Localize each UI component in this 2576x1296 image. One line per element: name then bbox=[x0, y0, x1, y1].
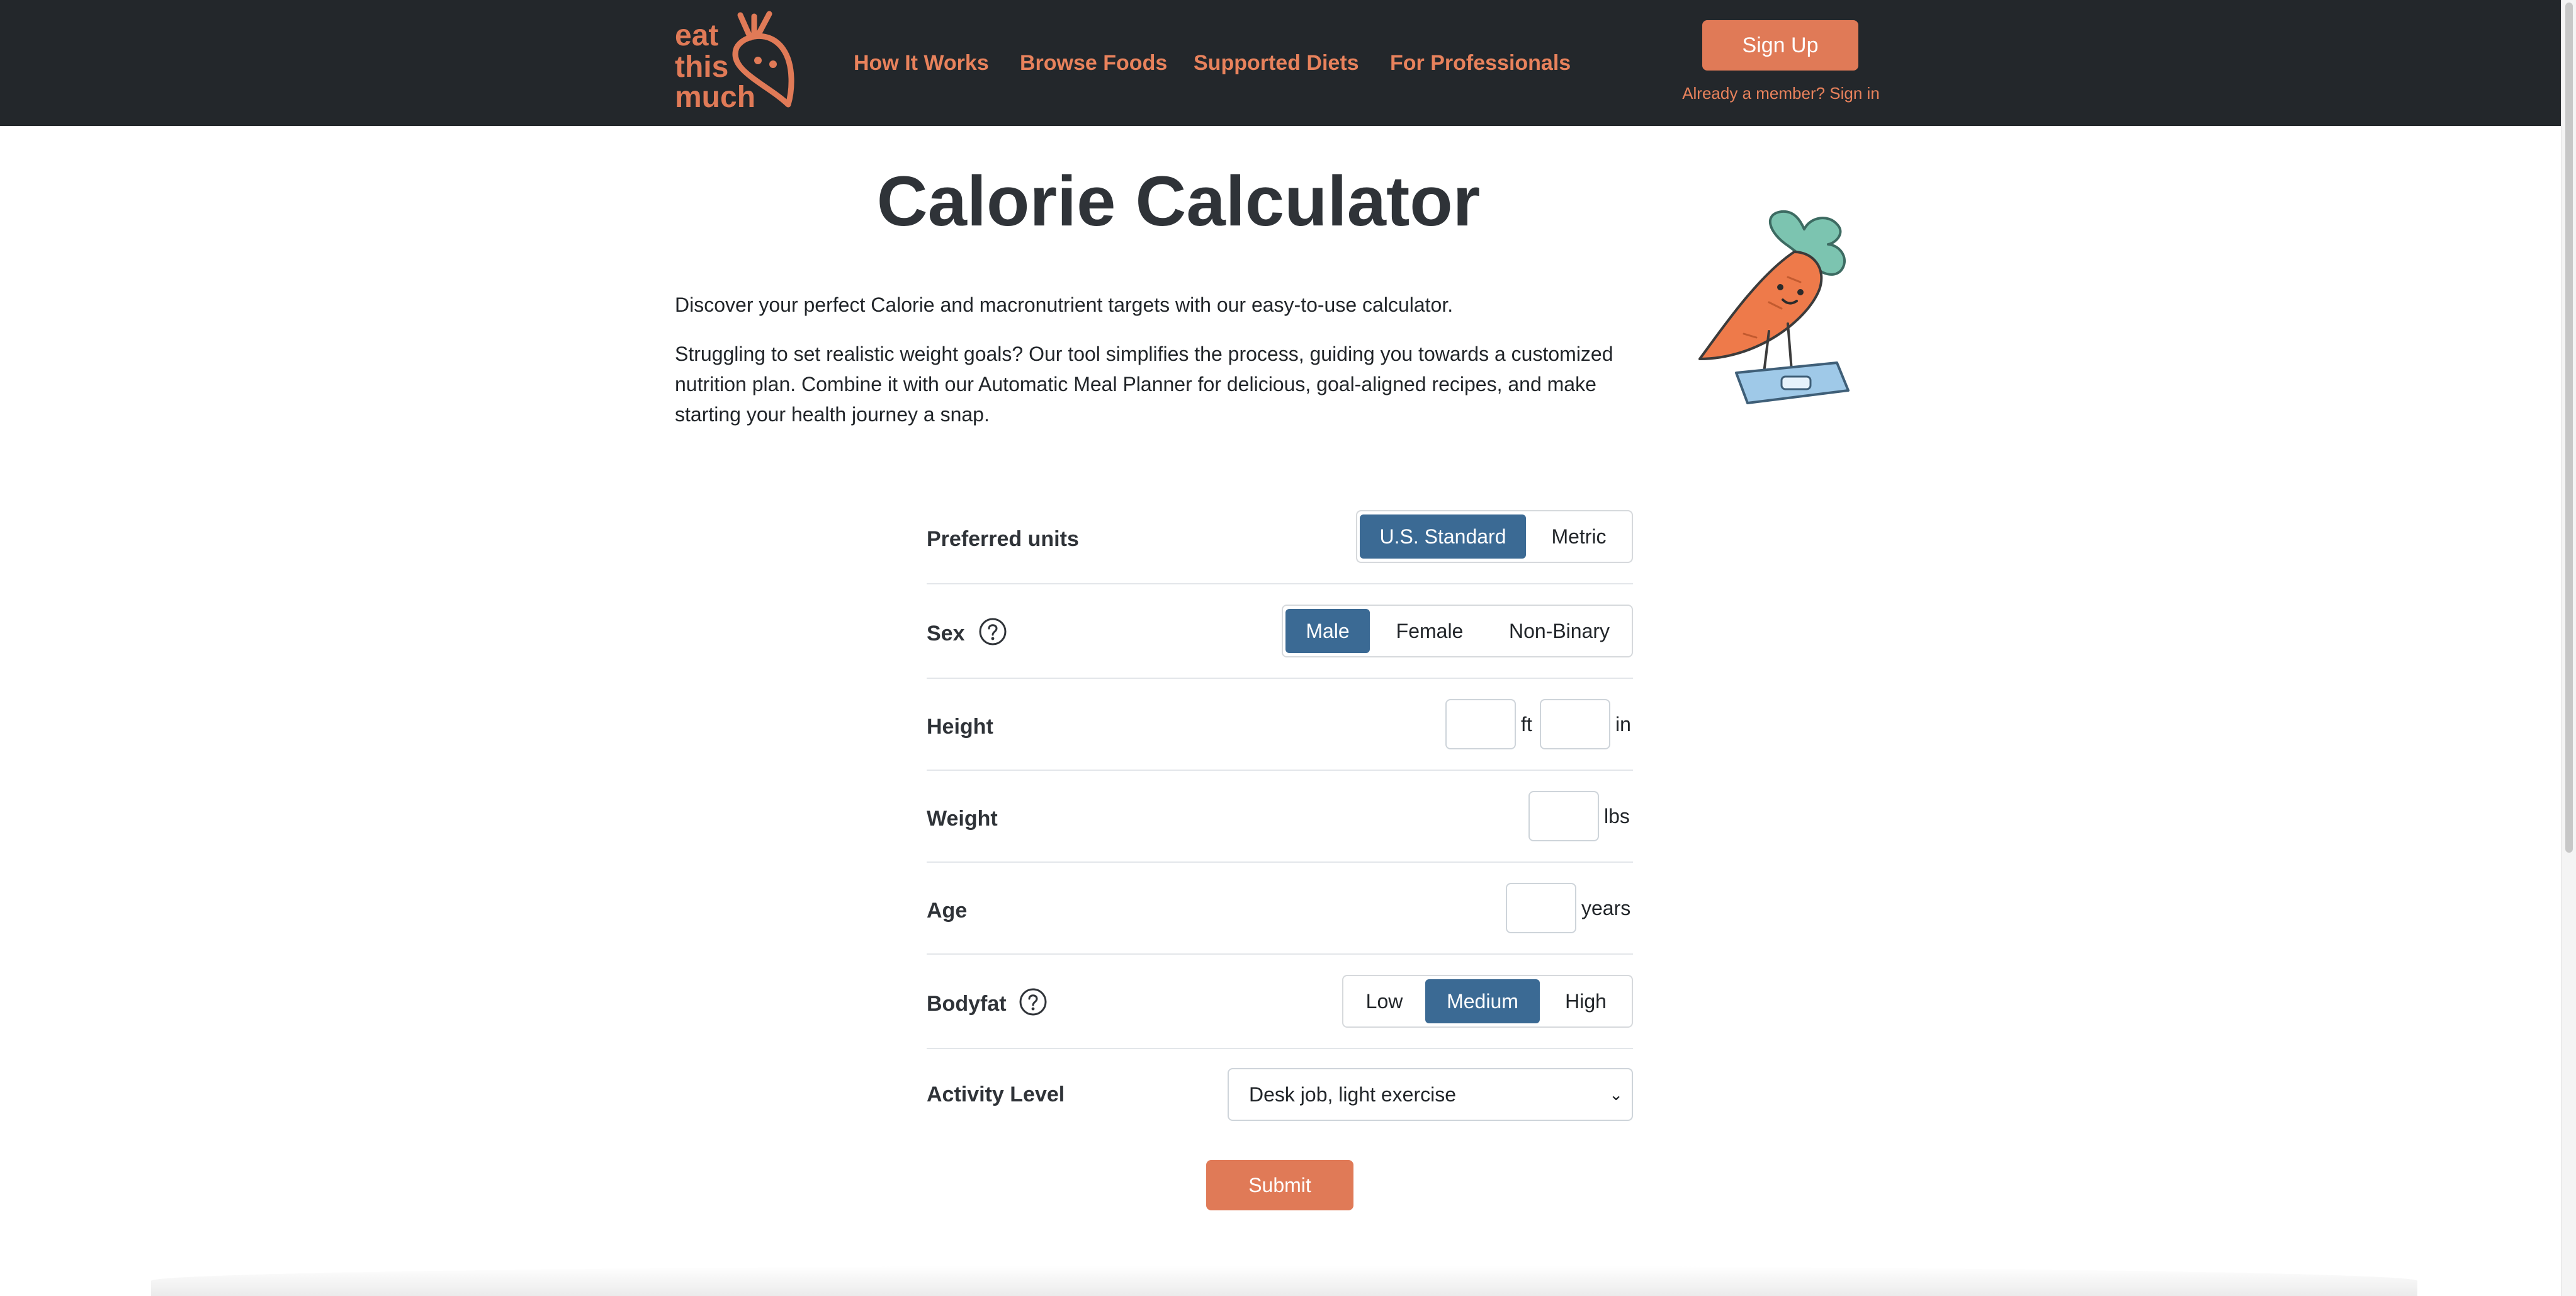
sign-up-button[interactable]: Sign Up bbox=[1702, 20, 1858, 71]
nav-for-professionals[interactable]: For Professionals bbox=[1390, 48, 1571, 78]
nav-browse-foods[interactable]: Browse Foods bbox=[1020, 48, 1167, 78]
height-inches-unit: in bbox=[1615, 713, 1631, 736]
eat-this-much-logo[interactable]: eat this much bbox=[675, 10, 798, 114]
sex-toggle-group: Male Female Non-Binary bbox=[1282, 605, 1633, 657]
sex-option-male[interactable]: Male bbox=[1285, 609, 1370, 653]
weight-input[interactable] bbox=[1528, 791, 1599, 841]
units-option-metric[interactable]: Metric bbox=[1528, 514, 1629, 559]
sex-option-non-binary[interactable]: Non-Binary bbox=[1489, 609, 1629, 653]
preferred-units-label: Preferred units bbox=[927, 527, 1079, 551]
question-circle-icon bbox=[1019, 988, 1047, 1016]
svg-text:this: this bbox=[675, 50, 728, 84]
age-unit: years bbox=[1581, 897, 1631, 919]
nav-how-it-works[interactable]: How It Works bbox=[854, 48, 989, 78]
chevron-down-icon: ⌄ bbox=[1609, 1085, 1623, 1104]
bodyfat-help-icon[interactable] bbox=[1019, 987, 1048, 1016]
weight-unit: lbs bbox=[1604, 805, 1630, 827]
bodyfat-toggle-group: Low Medium High bbox=[1342, 975, 1633, 1028]
height-row: Height ft in bbox=[927, 699, 1633, 771]
activity-level-selected-value: Desk job, light exercise bbox=[1249, 1083, 1457, 1106]
bodyfat-row: Bodyfat Low Medium High bbox=[927, 975, 1633, 1049]
bodyfat-label: Bodyfat bbox=[927, 992, 1007, 1016]
height-label: Height bbox=[927, 715, 993, 739]
age-label: Age bbox=[927, 899, 968, 923]
results-card-shadow bbox=[151, 1266, 2417, 1296]
activity-level-row: Activity Level Desk job, light exercise … bbox=[927, 1068, 1633, 1121]
weight-label: Weight bbox=[927, 807, 998, 831]
carrot-mascot-icon bbox=[1698, 210, 1850, 404]
page-scrollbar[interactable] bbox=[2561, 0, 2576, 1296]
height-feet-input[interactable] bbox=[1445, 699, 1516, 749]
height-inches-input[interactable] bbox=[1540, 699, 1610, 749]
units-option-us-standard[interactable]: U.S. Standard bbox=[1360, 514, 1526, 559]
bodyfat-option-high[interactable]: High bbox=[1542, 979, 1629, 1023]
carrot-on-scale-illustration bbox=[1693, 208, 1863, 409]
intro-paragraph: Discover your perfect Calorie and macron… bbox=[675, 293, 1454, 316]
preferred-units-row: Preferred units U.S. Standard Metric bbox=[927, 510, 1633, 584]
weight-row: Weight lbs bbox=[927, 791, 1633, 863]
activity-level-select[interactable]: Desk job, light exercise ⌄ bbox=[1228, 1068, 1633, 1121]
nav-supported-diets[interactable]: Supported Diets bbox=[1194, 48, 1359, 78]
bodyfat-option-medium[interactable]: Medium bbox=[1425, 979, 1540, 1023]
bodyfat-option-low[interactable]: Low bbox=[1346, 979, 1423, 1023]
sex-help-icon[interactable] bbox=[978, 617, 1007, 646]
age-input[interactable] bbox=[1506, 883, 1576, 933]
scrollbar-thumb[interactable] bbox=[2565, 3, 2573, 853]
age-row: Age years bbox=[927, 883, 1633, 955]
top-navigation-bar: eat this much How It Works Browse Foods … bbox=[0, 0, 2561, 126]
sex-row: Sex Male Female Non-Binary bbox=[927, 605, 1633, 679]
sign-in-link[interactable]: Already a member? Sign in bbox=[1677, 81, 1885, 106]
carrot-logo-icon: eat this much bbox=[675, 11, 794, 114]
intro-description: Struggling to set realistic weight goals… bbox=[675, 343, 1613, 426]
page-title: Calorie Calculator bbox=[876, 162, 1481, 241]
sex-label: Sex bbox=[927, 622, 965, 645]
units-toggle-group: U.S. Standard Metric bbox=[1356, 510, 1633, 563]
sex-option-female[interactable]: Female bbox=[1372, 609, 1487, 653]
question-circle-icon bbox=[979, 618, 1007, 645]
svg-text:eat: eat bbox=[675, 19, 718, 52]
height-feet-unit: ft bbox=[1521, 713, 1532, 736]
svg-text:much: much bbox=[675, 81, 755, 111]
activity-level-label: Activity Level bbox=[927, 1083, 1065, 1106]
submit-button[interactable]: Submit bbox=[1206, 1160, 1353, 1210]
